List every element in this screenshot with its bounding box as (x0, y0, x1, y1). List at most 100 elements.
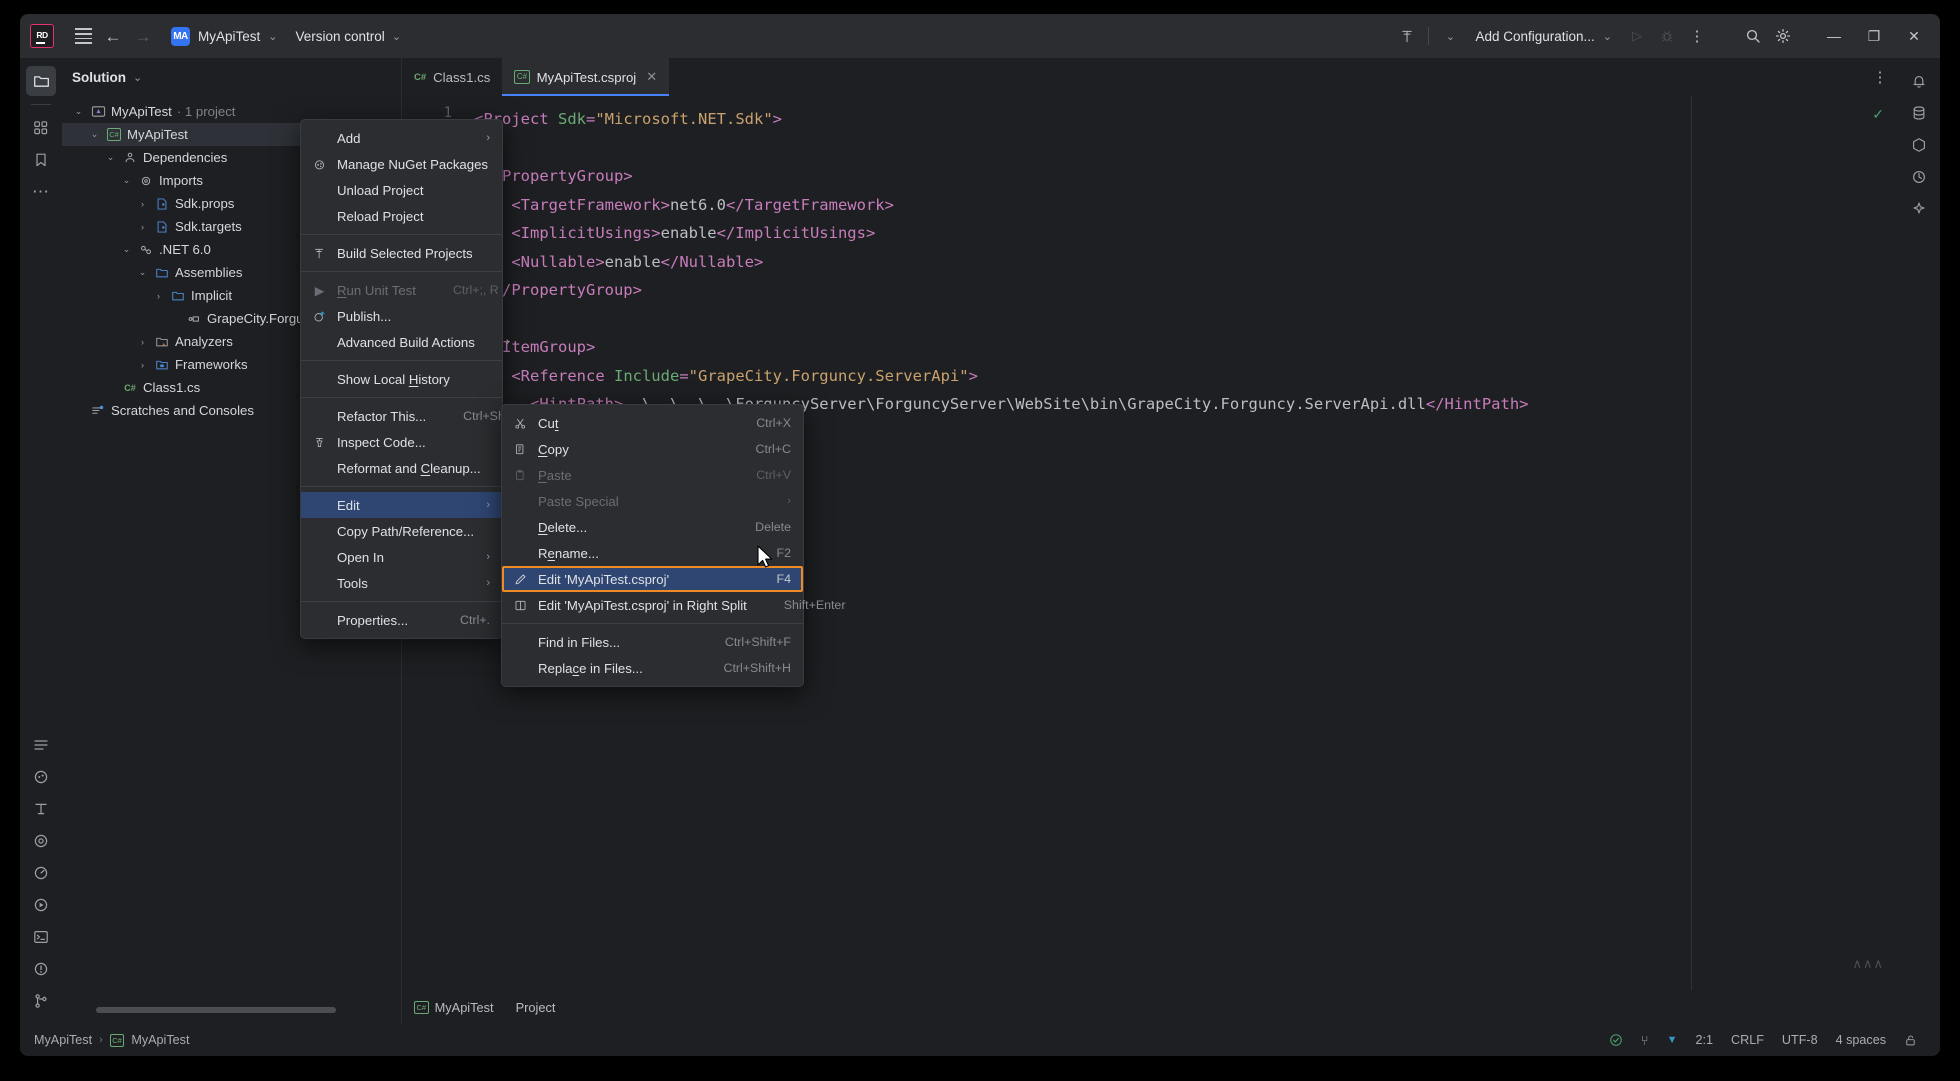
breadcrumb-project[interactable]: C# MyApiTest (414, 1000, 494, 1015)
run-button[interactable]: ▷ (1622, 21, 1652, 51)
menu-item-build-selected-projects[interactable]: Build Selected Projects (301, 240, 502, 266)
menu-item-tools[interactable]: Tools › (301, 570, 502, 596)
editor-tab-options-button[interactable]: ⋮ (1862, 58, 1898, 96)
menu-item-copy-path-reference[interactable]: Copy Path/Reference... (301, 518, 502, 544)
twisty-icon[interactable]: ⌄ (120, 175, 133, 186)
status-lock-icon[interactable] (1895, 1034, 1926, 1047)
submenu-item-cut[interactable]: Cut Ctrl+X (502, 410, 803, 436)
twisty-icon[interactable]: ⌄ (72, 106, 85, 117)
rider-window: RD ← → MA MyApiTest ⌄ Version control ⌄ (20, 14, 1940, 1056)
status-caret-position[interactable]: 2:1 (1687, 1033, 1723, 1047)
editor-tab-class1[interactable]: C# Class1.cs (402, 58, 502, 96)
status-inspection-icon[interactable] (1600, 1033, 1632, 1047)
context-menu[interactable]: Add › Manage NuGet Packages Unload Proje… (300, 119, 503, 639)
maximize-button[interactable]: ❐ (1854, 21, 1894, 51)
sidebar-item-unit-tests[interactable] (26, 826, 56, 856)
tree-node-label: MyApiTest (127, 127, 188, 142)
settings-button[interactable] (1768, 21, 1798, 51)
sidebar-item-typography[interactable] (26, 794, 56, 824)
sidebar-item-structure[interactable] (26, 113, 56, 143)
edit-submenu[interactable]: Cut Ctrl+X Copy Ctrl+C Paste Ctrl+V Past… (501, 404, 804, 687)
notifications-button[interactable] (1904, 66, 1934, 96)
more-actions-button[interactable]: ⋮ (1682, 21, 1712, 51)
status-filter-icon[interactable]: ▼ (1658, 1034, 1687, 1046)
build-button[interactable] (1392, 21, 1422, 51)
nuget-packages-button[interactable] (1904, 130, 1934, 160)
submenu-item-delete[interactable]: Delete... Delete (502, 514, 803, 540)
version-control-button[interactable]: Version control ⌄ (287, 21, 411, 51)
database-button[interactable] (1904, 98, 1934, 128)
menu-item-open-in[interactable]: Open In › (301, 544, 502, 570)
status-indent[interactable]: 4 spaces (1827, 1033, 1895, 1047)
main-menu-button[interactable] (68, 21, 98, 51)
horizontal-scrollbar[interactable] (96, 1007, 336, 1013)
sidebar-item-problems[interactable] (26, 954, 56, 984)
submenu-item-edit-csproj-right-split[interactable]: Edit 'MyApiTest.csproj' in Right Split S… (502, 592, 803, 618)
editor-tab-myapitest-csproj[interactable]: C# MyApiTest.csproj ✕ (502, 58, 669, 96)
project-selector[interactable]: MA MyApiTest ⌄ (162, 21, 287, 51)
submenu-item-copy[interactable]: Copy Ctrl+C (502, 436, 803, 462)
tree-node-label: Sdk.targets (175, 219, 242, 234)
close-button[interactable]: ✕ (1894, 21, 1934, 51)
sidebar-item-profiler[interactable] (26, 858, 56, 888)
menu-item-reformat-and-cleanup[interactable]: Reformat and Cleanup... (301, 455, 502, 481)
navigate-back-button[interactable]: ← (98, 21, 128, 51)
minimize-button[interactable]: — (1814, 21, 1854, 51)
solution-panel-title: Solution (72, 70, 126, 85)
csharp-file-icon: C# (122, 380, 138, 396)
bookmark-icon (33, 152, 49, 168)
twisty-icon[interactable]: › (136, 337, 149, 347)
copy-icon (512, 443, 529, 456)
status-line-separator[interactable]: CRLF (1722, 1033, 1773, 1047)
menu-item-publish[interactable]: Publish... (301, 303, 502, 329)
status-branch-icon[interactable]: ⑂ (1632, 1033, 1658, 1048)
status-encoding[interactable]: UTF-8 (1773, 1033, 1827, 1047)
twisty-icon[interactable]: ⌄ (120, 244, 133, 255)
menu-item-advanced-build-actions[interactable]: Advanced Build Actions › (301, 329, 502, 355)
status-breadcrumb[interactable]: MyApiTest › C# MyApiTest (34, 1033, 189, 1047)
solution-panel-header[interactable]: Solution ⌄ (62, 58, 401, 96)
menu-item-refactor-this[interactable]: Refactor This... Ctrl+Shift+R (301, 403, 502, 429)
debug-button[interactable] (1652, 21, 1682, 51)
search-everywhere-button[interactable] (1738, 21, 1768, 51)
sidebar-item-terminal[interactable] (26, 922, 56, 952)
submenu-item-shortcut: Shift+Enter (756, 598, 846, 612)
submenu-item-find-in-files[interactable]: Find in Files... Ctrl+Shift+F (502, 629, 803, 655)
close-icon[interactable]: ✕ (646, 69, 657, 85)
twisty-icon[interactable]: › (136, 360, 149, 370)
twisty-icon[interactable]: › (136, 199, 149, 209)
sidebar-item-run[interactable] (26, 890, 56, 920)
menu-item-edit[interactable]: Edit › (301, 492, 502, 518)
inspection-status-icon[interactable]: ✓ (1872, 106, 1884, 123)
twisty-icon[interactable]: ⌄ (104, 152, 117, 163)
sidebar-item-todo[interactable] (26, 730, 56, 760)
twisty-icon[interactable]: ⌄ (136, 267, 149, 278)
sidebar-item-more[interactable]: ⋯ (26, 177, 56, 207)
twisty-icon[interactable]: › (152, 291, 165, 301)
menu-item-inspect-code[interactable]: Inspect Code... (301, 429, 502, 455)
menu-item-manage-nuget-packages[interactable]: Manage NuGet Packages (301, 151, 502, 177)
ai-assistant-button[interactable] (1904, 194, 1934, 224)
submenu-item-replace-in-files[interactable]: Replace in Files... Ctrl+Shift+H (502, 655, 803, 681)
debugger-button[interactable] (1904, 162, 1934, 192)
add-configuration-button[interactable]: Add Configuration... ⌄ (1465, 21, 1622, 51)
targets-file-icon (154, 219, 170, 235)
menu-item-properties[interactable]: Properties... Ctrl+. (301, 607, 502, 633)
breadcrumb-element[interactable]: Project (516, 1000, 556, 1015)
submenu-item-edit-csproj[interactable]: Edit 'MyApiTest.csproj' F4 (502, 566, 803, 592)
submenu-item-paste: Paste Ctrl+V (502, 462, 803, 488)
sidebar-item-nuget[interactable] (26, 762, 56, 792)
sidebar-item-bookmarks[interactable] (26, 145, 56, 175)
twisty-icon[interactable]: › (136, 222, 149, 232)
twisty-icon[interactable]: ⌄ (88, 129, 101, 140)
menu-item-reload-project[interactable]: Reload Project (301, 203, 502, 229)
navigate-forward-button[interactable]: → (128, 21, 158, 51)
submenu-item-rename[interactable]: Rename... F2 (502, 540, 803, 566)
menu-item-show-local-history[interactable]: Show Local History (301, 366, 502, 392)
sidebar-item-git[interactable] (26, 986, 56, 1016)
build-options-button[interactable]: ⌄ (1435, 21, 1465, 51)
sidebar-item-solution[interactable] (26, 66, 56, 96)
tree-node-suffix: · 1 project (177, 104, 236, 119)
menu-item-add[interactable]: Add › (301, 125, 502, 151)
menu-item-unload-project[interactable]: Unload Project (301, 177, 502, 203)
